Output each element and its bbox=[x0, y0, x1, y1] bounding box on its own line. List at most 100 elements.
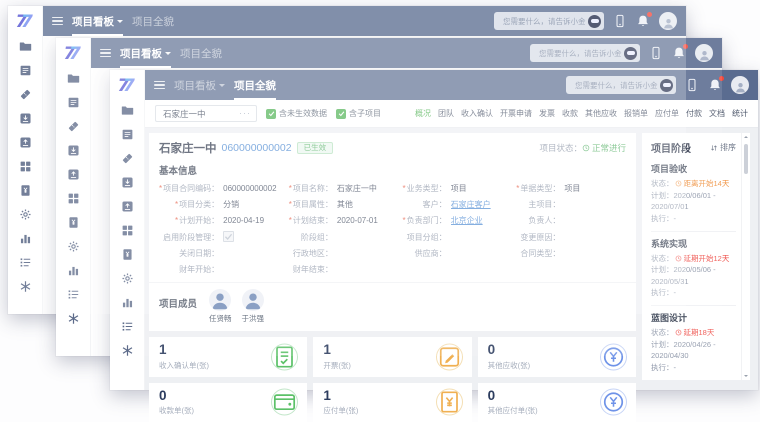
invoice-icon[interactable] bbox=[121, 128, 134, 141]
tab-item[interactable]: 发票 bbox=[539, 108, 555, 119]
sort-button[interactable]: 排序 bbox=[710, 142, 736, 153]
bill-icon[interactable] bbox=[121, 248, 134, 261]
app-logo-icon[interactable] bbox=[15, 11, 35, 31]
assistant-robot-icon[interactable] bbox=[588, 15, 601, 28]
tab-item[interactable]: 付款 bbox=[686, 108, 702, 119]
stat-card[interactable]: 1应付单(张) bbox=[313, 383, 471, 422]
grid-icon[interactable] bbox=[19, 160, 32, 173]
field-label: 关闭日期： bbox=[159, 248, 219, 259]
field-link[interactable]: 石家庄客户 bbox=[451, 199, 513, 210]
tab-item[interactable]: 统计 bbox=[732, 108, 748, 119]
stat-card[interactable]: 0其他应付单(张) bbox=[478, 383, 636, 422]
bell-icon[interactable] bbox=[636, 14, 650, 28]
member[interactable]: 于洪强 bbox=[242, 289, 265, 324]
tab-item[interactable]: 文档 bbox=[709, 108, 725, 119]
asterisk-icon[interactable] bbox=[19, 280, 32, 293]
stat-card[interactable]: 1开票(张) bbox=[313, 337, 471, 377]
invoice-icon[interactable] bbox=[19, 64, 32, 77]
folder-icon[interactable] bbox=[67, 72, 80, 85]
tab-item[interactable]: 团队 bbox=[438, 108, 454, 119]
folder-icon[interactable] bbox=[121, 104, 134, 117]
more-ellipsis-button[interactable]: ··· bbox=[239, 109, 251, 118]
mobile-icon[interactable] bbox=[649, 46, 663, 60]
assistant-robot-icon[interactable] bbox=[660, 79, 673, 92]
board-menu[interactable]: 项目看板 bbox=[174, 78, 225, 93]
hamburger-menu-icon[interactable] bbox=[100, 49, 111, 58]
user-avatar[interactable] bbox=[695, 44, 713, 62]
bill-icon[interactable] bbox=[19, 184, 32, 197]
panel-scrollbar[interactable] bbox=[741, 133, 750, 380]
pay-icon[interactable] bbox=[67, 168, 80, 181]
bill-icon[interactable] bbox=[67, 216, 80, 229]
assistant-robot-icon[interactable] bbox=[624, 47, 637, 60]
tab-item[interactable]: 开票申请 bbox=[500, 108, 532, 119]
search-input[interactable] bbox=[501, 16, 588, 27]
sorted-list-icon[interactable] bbox=[19, 256, 32, 269]
stat-card[interactable]: 1收入确认单(张) bbox=[149, 337, 307, 377]
coupon-icon[interactable] bbox=[121, 152, 134, 165]
tab-project-overview[interactable]: 项目全貌 bbox=[132, 14, 174, 29]
global-search[interactable] bbox=[530, 44, 640, 62]
tab-project-overview[interactable]: 项目全貌 bbox=[180, 46, 222, 61]
asterisk-icon[interactable] bbox=[121, 344, 134, 357]
pay-icon[interactable] bbox=[19, 136, 32, 149]
global-search[interactable] bbox=[566, 76, 676, 94]
settings-gear-icon[interactable] bbox=[121, 272, 134, 285]
pay-icon[interactable] bbox=[121, 200, 134, 213]
user-avatar[interactable] bbox=[659, 12, 677, 30]
search-input[interactable] bbox=[573, 80, 660, 91]
member[interactable]: 任贤畅 bbox=[209, 289, 232, 324]
tab-item[interactable]: 收款 bbox=[562, 108, 578, 119]
bell-icon[interactable] bbox=[672, 46, 686, 60]
tab-project-overview[interactable]: 项目全貌 bbox=[234, 78, 276, 93]
settings-gear-icon[interactable] bbox=[67, 240, 80, 253]
coupon-icon[interactable] bbox=[19, 88, 32, 101]
scroll-up-arrow-icon[interactable] bbox=[744, 136, 748, 138]
asterisk-icon[interactable] bbox=[67, 312, 80, 325]
project-picker[interactable]: ··· bbox=[155, 105, 257, 122]
mobile-icon[interactable] bbox=[685, 78, 699, 92]
board-menu[interactable]: 项目看板 bbox=[72, 14, 123, 29]
hamburger-menu-icon[interactable] bbox=[154, 81, 165, 90]
bar-chart-icon[interactable] bbox=[121, 296, 134, 309]
disabled-checkbox[interactable] bbox=[223, 231, 234, 242]
stat-card[interactable]: 0收款单(张) bbox=[149, 383, 307, 422]
tab-item[interactable]: 应付单 bbox=[655, 108, 679, 119]
checkbox-include-inactive[interactable]: 含未生效数据 bbox=[266, 108, 327, 119]
receive-icon[interactable] bbox=[67, 144, 80, 157]
grid-icon[interactable] bbox=[121, 224, 134, 237]
project-code-link[interactable]: 060000000002 bbox=[222, 142, 292, 154]
search-input[interactable] bbox=[537, 48, 624, 59]
grid-icon[interactable] bbox=[67, 192, 80, 205]
sorted-list-icon[interactable] bbox=[121, 320, 134, 333]
tab-item[interactable]: 收入确认 bbox=[461, 108, 493, 119]
user-avatar[interactable] bbox=[731, 76, 749, 94]
folder-icon[interactable] bbox=[19, 40, 32, 53]
receive-icon[interactable] bbox=[121, 176, 134, 189]
sorted-list-icon[interactable] bbox=[67, 288, 80, 301]
bar-chart-icon[interactable] bbox=[19, 232, 32, 245]
stage-item: 系统实现状态：延期开始12天计划：2020/05/06 - 2020/05/31… bbox=[651, 231, 736, 306]
hamburger-menu-icon[interactable] bbox=[52, 17, 63, 26]
board-menu[interactable]: 项目看板 bbox=[120, 46, 171, 61]
project-picker-input[interactable] bbox=[161, 108, 239, 120]
bell-icon[interactable] bbox=[708, 78, 722, 92]
tab-item[interactable]: 报销单 bbox=[624, 108, 648, 119]
field-link[interactable]: 北京企业 bbox=[451, 215, 513, 226]
scrollbar-thumb[interactable] bbox=[744, 144, 748, 174]
tab-item[interactable]: 概况 bbox=[415, 108, 431, 119]
bar-chart-icon[interactable] bbox=[67, 264, 80, 277]
required-asterisk: * bbox=[289, 200, 292, 209]
app-logo-icon[interactable] bbox=[63, 43, 83, 63]
coupon-icon[interactable] bbox=[67, 120, 80, 133]
settings-gear-icon[interactable] bbox=[19, 208, 32, 221]
mobile-icon[interactable] bbox=[613, 14, 627, 28]
stat-card[interactable]: 0其他应收(张) bbox=[478, 337, 636, 377]
tab-item[interactable]: 其他应收 bbox=[585, 108, 617, 119]
receive-icon[interactable] bbox=[19, 112, 32, 125]
app-logo-icon[interactable] bbox=[117, 75, 137, 95]
invoice-icon[interactable] bbox=[67, 96, 80, 109]
scroll-down-arrow-icon[interactable] bbox=[744, 375, 748, 377]
global-search[interactable] bbox=[494, 12, 604, 30]
checkbox-include-subprojects[interactable]: 含子项目 bbox=[336, 108, 381, 119]
